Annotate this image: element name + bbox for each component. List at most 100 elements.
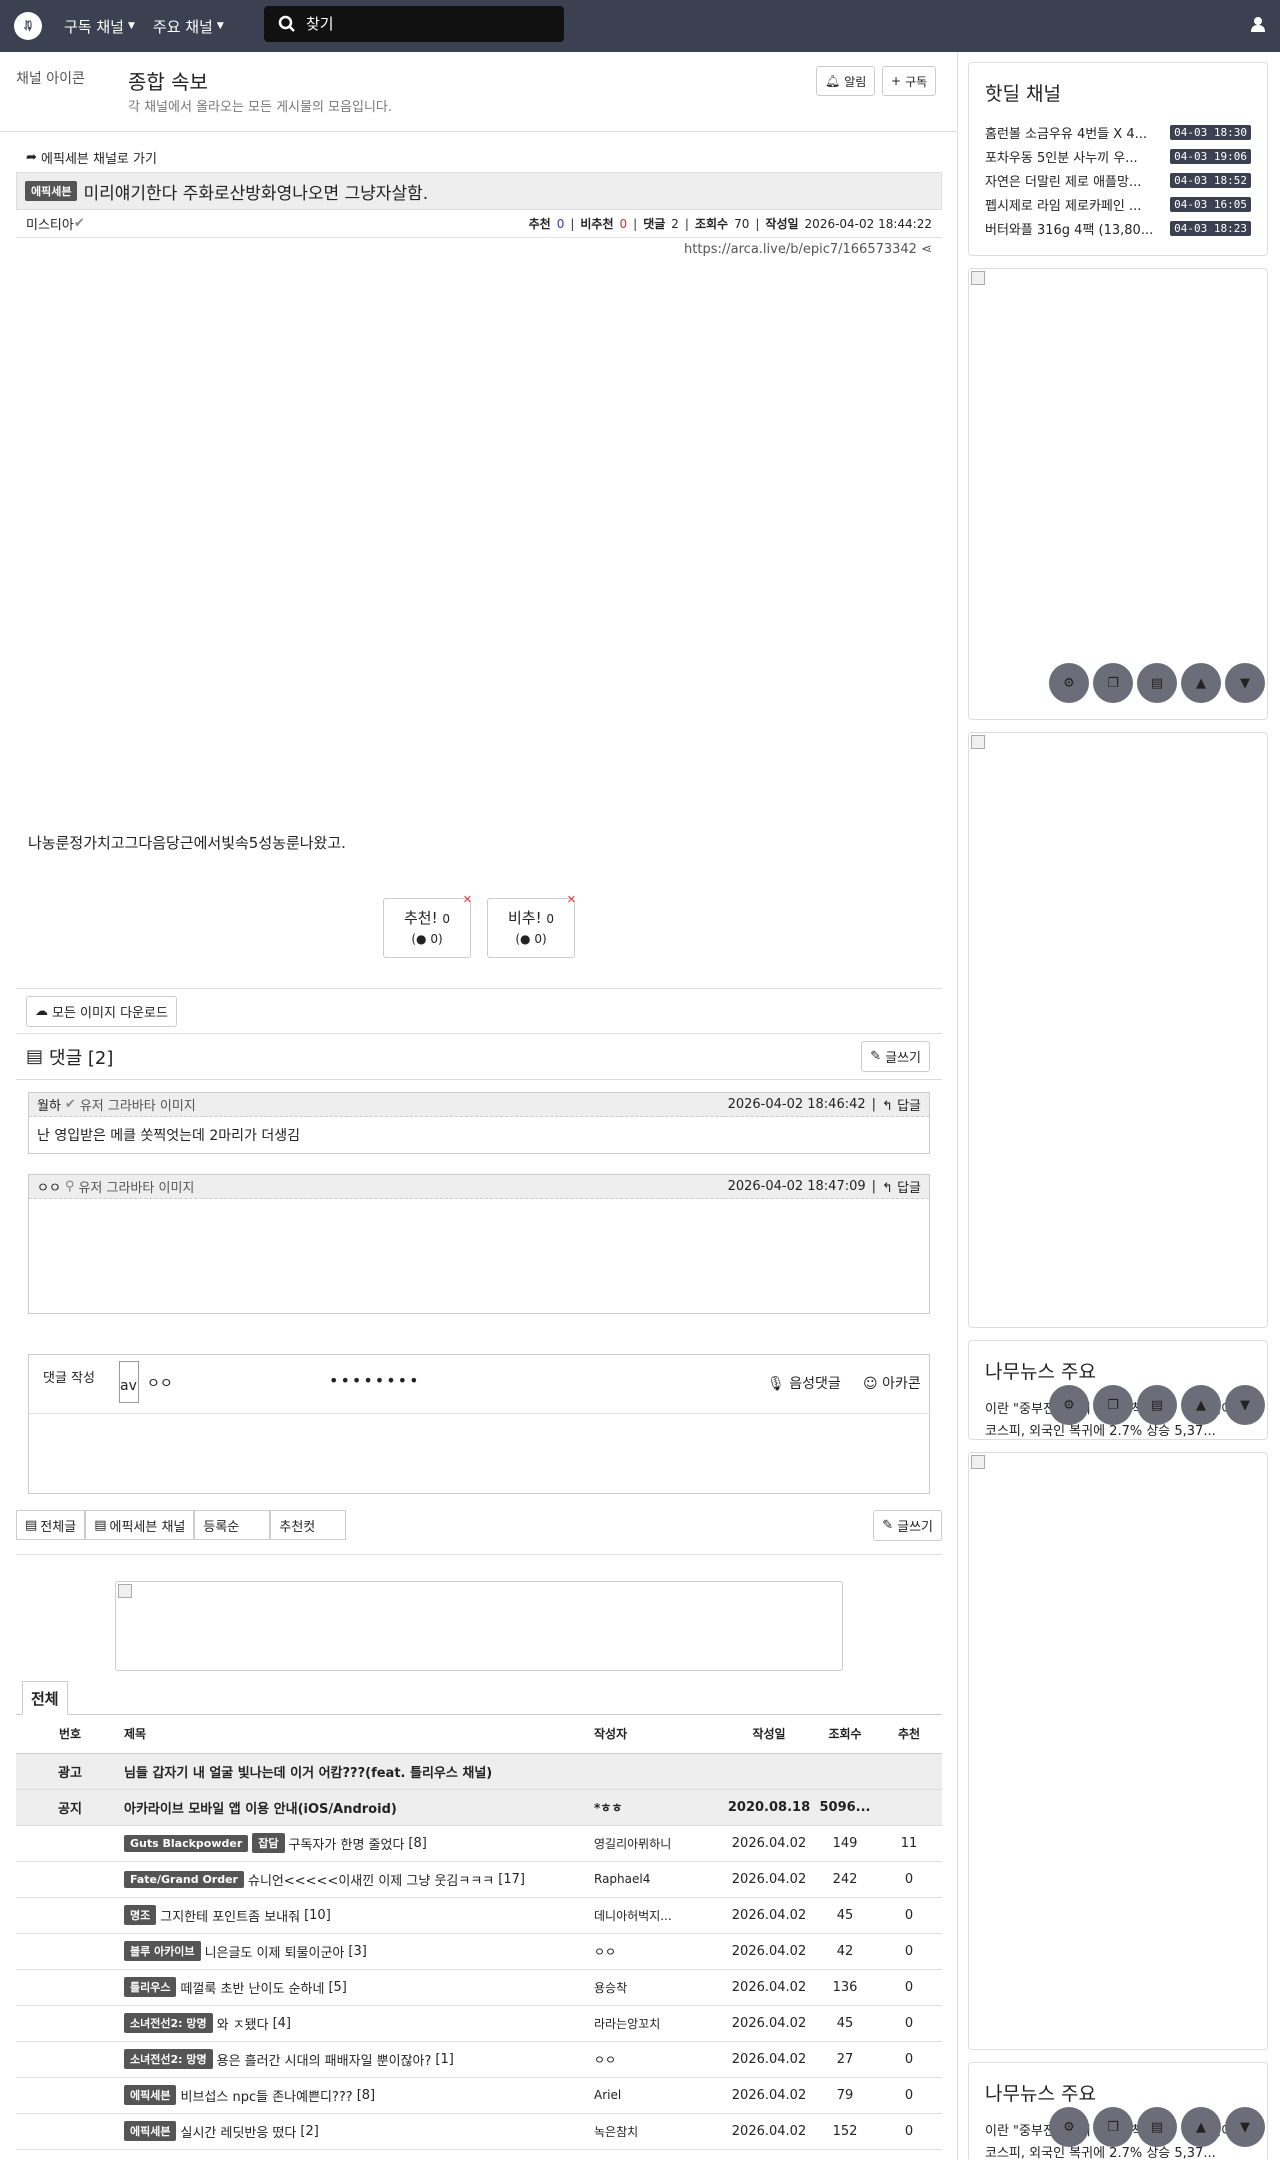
category-badge[interactable]: 에픽세븐: [124, 2121, 177, 2141]
table-row[interactable]: 에픽세븐 비브섭스 npc들 존나예쁜디??? [8] Ariel 2026.04.02…: [16, 2077, 942, 2114]
list-icon[interactable]: ▤: [1137, 663, 1177, 703]
list-icon[interactable]: ▤: [1137, 1385, 1177, 1425]
gear-icon[interactable]: ⚙︎: [1049, 2107, 1089, 2147]
table-row[interactable]: 명조 그지한테 포인트좀 보내줘 [10] 데니아허벅지... 2026.04.02 45…: [16, 1897, 942, 1934]
post-title[interactable]: 구독자가 한명 줄었다: [289, 1834, 405, 1853]
category-badge[interactable]: 소녀전선2: 망명: [124, 2013, 213, 2033]
hotdeal-title-text[interactable]: 펩시제로 라임 제로카페인 ...: [985, 195, 1166, 214]
hotdeal-item[interactable]: 자연은 더말린 제로 애플망... 04-03 18:52: [985, 168, 1251, 192]
scroll-up-icon[interactable]: ▲: [1181, 2107, 1221, 2147]
subscribed-channels-menu[interactable]: 구독 채널 ▼: [64, 16, 135, 37]
table-row[interactable]: 소녀전선2: 망명 와 ㅈ됐다 [4] 라라는앙꼬치 2026.04.02 45 0: [16, 2005, 942, 2042]
hotdeal-title-text[interactable]: 자연은 더말린 제로 애플망...: [985, 171, 1166, 190]
table-row[interactable]: Fate/Grand Order 슈니언<<<<<이새낀 이제 그냥 웃김ㅋㅋㅋ[…: [16, 1861, 942, 1898]
post-title[interactable]: 아카라이브 모바일 앱 이용 안내(iOS/Android): [124, 1798, 397, 1817]
hotdeal-title-text[interactable]: 포차우동 5인분 사누끼 우...: [985, 147, 1166, 166]
post-title[interactable]: 비브섭스 npc들 존나예쁜디???: [180, 2086, 352, 2105]
post-author[interactable]: ㅇㅇ: [594, 1933, 724, 1970]
gear-icon[interactable]: ⚙︎: [1049, 1385, 1089, 1425]
post-title-cell[interactable]: 블루 아카이브 니은글도 이제 퇴물이군아 [3]: [124, 1933, 594, 1970]
table-row[interactable]: 틀리우스 떼껄룩 초반 난이도 순하네 [5] 용승착 2026.04.02 136 0: [16, 1969, 942, 2006]
post-title-cell[interactable]: Guts Blackpowder 잡담 구독자가 한명 줄었다 [8]: [124, 1825, 594, 1862]
hotdeal-item[interactable]: 버터와플 316g 4팩 (13,80... 04-03 18:23: [985, 216, 1251, 240]
comment-author[interactable]: 월하: [37, 1095, 61, 1114]
category-badge[interactable]: 틀리우스: [124, 1977, 177, 1997]
post-title-cell[interactable]: 소녀전선2: 망명 와 ㅈ됐다 [4]: [124, 2005, 594, 2042]
url-text[interactable]: https://arca.live/b/epic7/166573342: [684, 242, 917, 257]
post-author[interactable]: 라라는앙꼬치: [594, 2005, 724, 2042]
article-author[interactable]: 미스티아: [26, 214, 74, 233]
side-ad[interactable]: [968, 1452, 1268, 2050]
table-row[interactable]: 블루 아카이브 니은글도 이제 퇴물이군아 [3] ㅇㅇ 2026.04.02 42 0: [16, 1933, 942, 1970]
category-badge[interactable]: 블루 아카이브: [124, 1941, 201, 1961]
post-title-cell[interactable]: 에픽세븐 실시간 레딧반응 떴다 [2]: [124, 2113, 594, 2150]
side-ad[interactable]: [968, 732, 1268, 1328]
hotdeal-title-text[interactable]: 버터와플 316g 4팩 (13,80...: [985, 219, 1166, 238]
post-title-cell[interactable]: 소녀전선2: 망명 용은 흘러간 시대의 패배자일 뿐이잖아? [1]: [124, 2041, 594, 2078]
tab-order[interactable]: 등록순: [194, 1510, 271, 1540]
post-author[interactable]: Ariel: [594, 2077, 724, 2114]
scroll-down-icon[interactable]: ▼: [1225, 663, 1265, 703]
post-author[interactable]: 데니아허벅지...: [594, 1897, 724, 1934]
post-author[interactable]: 영길리아뮈하니: [594, 1825, 724, 1862]
post-title-cell[interactable]: Fate/Grand Order 슈니언<<<<<이새낀 이제 그냥 웃김ㅋㅋㅋ[…: [124, 1861, 594, 1898]
close-icon[interactable]: ✕: [463, 893, 472, 906]
post-author[interactable]: *ㅎㅎ: [594, 1789, 724, 1826]
voice-comment-button[interactable]: 🎙︎ 음성댓글: [767, 1373, 841, 1393]
post-author[interactable]: Raphael4: [594, 1861, 724, 1898]
post-title-cell[interactable]: 님들 갑자기 내 얼굴 빛나는데 이거 어캄???(feat. 틀리우스 채널): [124, 1753, 594, 1790]
hotdeal-item[interactable]: 포차우동 5인분 사누끼 우... 04-03 19:06: [985, 144, 1251, 168]
downvote-button[interactable]: ✕ 비추! 0 (● 0): [487, 893, 576, 958]
gear-icon[interactable]: ⚙︎: [1049, 663, 1089, 703]
password-input[interactable]: ••••••••: [329, 1371, 421, 1390]
post-title[interactable]: 님들 갑자기 내 얼굴 빛나는데 이거 어캄???(feat. 틀리우스 채널): [124, 1762, 492, 1781]
post-title-cell[interactable]: 틀리우스 떼껄룩 초반 난이도 순하네 [5]: [124, 1969, 594, 2006]
copy-icon[interactable]: ❐: [1093, 663, 1133, 703]
copy-icon[interactable]: ❐: [1093, 2107, 1133, 2147]
close-icon[interactable]: ✕: [567, 893, 576, 906]
write-post-button[interactable]: ✎ 글쓰기: [873, 1510, 942, 1541]
scroll-down-icon[interactable]: ▼: [1225, 2107, 1265, 2147]
category-badge[interactable]: Fate/Grand Order: [124, 1870, 244, 1888]
post-title[interactable]: 와 ㅈ됐다: [217, 2014, 269, 2033]
tab-all-posts[interactable]: ▤ 전체글: [16, 1510, 86, 1540]
post-title[interactable]: 니은글도 이제 퇴물이군아: [205, 1942, 345, 1961]
post-title-cell[interactable]: 에픽세븐 비브섭스 npc들 존나예쁜디??? [8]: [124, 2077, 594, 2114]
post-author[interactable]: [594, 1753, 724, 1790]
post-title[interactable]: 용은 흘러간 시대의 패배자일 뿐이잖아?: [217, 2050, 432, 2069]
nickname-input[interactable]: ㅇㅇ: [147, 1373, 173, 1393]
list-tab-all[interactable]: 전체: [22, 1681, 68, 1715]
reply-button[interactable]: ↰ 답글: [882, 1177, 921, 1196]
news-title[interactable]: 나무뉴스 주요: [985, 2079, 1251, 2106]
ad-banner[interactable]: [115, 1581, 843, 1671]
tab-channel[interactable]: ▤ 에픽세븐 채널: [85, 1510, 195, 1540]
post-author[interactable]: ㅇㅇ: [594, 2041, 724, 2078]
table-row[interactable]: 에픽세븐 실시간 레딧반응 떴다 [2] 녹은참치 2026.04.02 152 0: [16, 2113, 942, 2150]
post-title[interactable]: 실시간 레딧반응 떴다: [180, 2122, 296, 2141]
write-comment-button[interactable]: ✎ 글쓰기: [861, 1041, 930, 1072]
table-row[interactable]: 공지 아카라이브 모바일 앱 이용 안내(iOS/Android) *ㅎㅎ 2020.…: [16, 1789, 942, 1826]
hotdeal-title-text[interactable]: 홈런볼 소금우유 4번들 X 4...: [985, 123, 1166, 142]
post-title-cell[interactable]: 아카라이브 모바일 앱 이용 안내(iOS/Android): [124, 1789, 594, 1826]
copy-icon[interactable]: ❐: [1093, 1385, 1133, 1425]
category-badge[interactable]: 소녀전선2: 망명: [124, 2049, 213, 2069]
table-row[interactable]: 광고 님들 갑자기 내 얼굴 빛나는데 이거 어캄???(feat. 틀리우스 채…: [16, 1753, 942, 1790]
download-all-images-button[interactable]: ☁︎ 모든 이미지 다운로드: [26, 995, 177, 1027]
category-badge[interactable]: 에픽세븐: [124, 2085, 177, 2105]
table-row[interactable]: Guts Blackpowder 잡담 구독자가 한명 줄었다 [8] 영길리아뮈하니 2…: [16, 1825, 942, 1862]
post-title[interactable]: 그지한테 포인트좀 보내줘: [160, 1906, 300, 1925]
hotdeal-title[interactable]: 핫딜 채널: [985, 79, 1251, 106]
site-logo[interactable]: ꍕ: [14, 12, 42, 40]
post-author[interactable]: 녹은참치: [594, 2113, 724, 2150]
user-icon[interactable]: [1250, 16, 1266, 32]
tab-recommended[interactable]: 추천컷: [270, 1510, 347, 1540]
comment-author[interactable]: ㅇㅇ: [37, 1177, 61, 1196]
alert-button[interactable]: 🔔︎ 알림: [816, 66, 876, 96]
search-input[interactable]: [306, 15, 546, 33]
post-title[interactable]: 떼껄룩 초반 난이도 순하네: [180, 1978, 324, 1997]
hotdeal-item[interactable]: 홈런볼 소금우유 4번들 X 4... 04-03 18:30: [985, 120, 1251, 144]
news-title[interactable]: 나무뉴스 주요: [985, 1357, 1251, 1384]
table-row[interactable]: 소녀전선2: 망명 용은 흘러간 시대의 패배자일 뿐이잖아? [1] ㅇㅇ 2026.…: [16, 2041, 942, 2078]
post-title-cell[interactable]: 명조 그지한테 포인트좀 보내줘 [10]: [124, 1897, 594, 1934]
post-author[interactable]: 용승착: [594, 1969, 724, 2006]
